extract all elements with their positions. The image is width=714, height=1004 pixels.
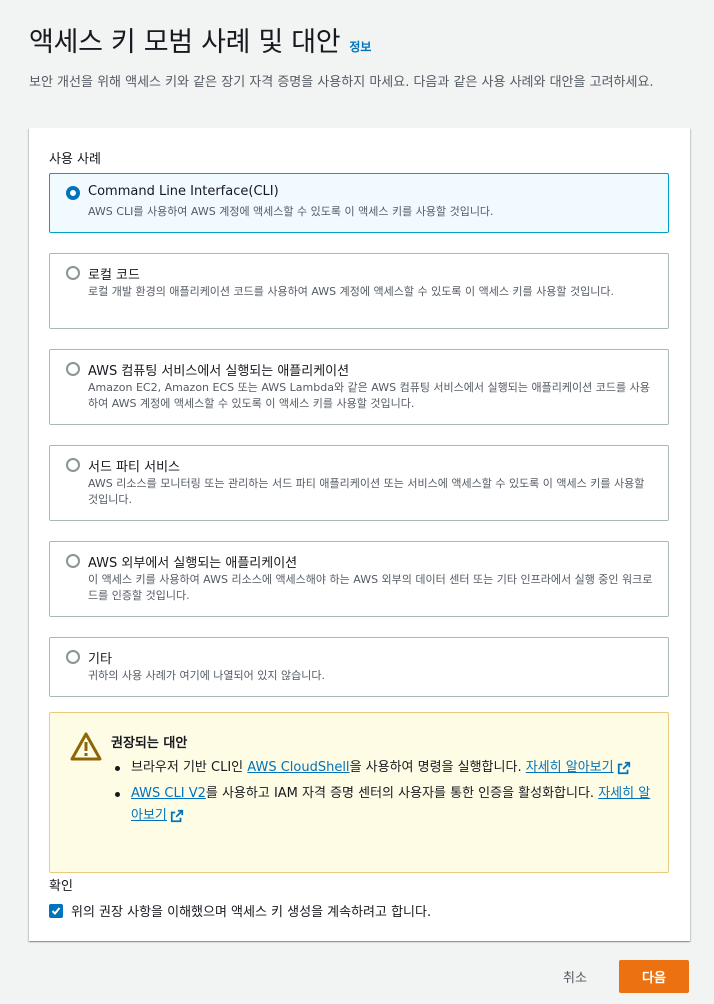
next-button[interactable]: 다음 [619, 960, 689, 993]
alert-title: 권장되는 대안 [111, 736, 188, 751]
option-title: 기타 [88, 652, 112, 667]
option-title: 로컬 코드 [88, 268, 140, 283]
learn-more-link[interactable]: 자세히 알아보기 [526, 760, 614, 775]
confirmation-label: 확인 [49, 879, 73, 894]
radio-button[interactable] [66, 266, 80, 280]
option-description: AWS CLI를 사용하여 AWS 계정에 액세스할 수 있도록 이 액세스 키… [88, 205, 494, 218]
radio-button[interactable] [66, 554, 80, 568]
alert-text: 을 사용하여 명령을 실행합니다. [349, 760, 526, 775]
alert-text: 를 사용하고 IAM 자격 증명 센터의 사용자를 통한 인증을 활성화합니다. [205, 786, 599, 801]
confirmation-checkbox-row[interactable]: 위의 권장 사항을 이해했으며 액세스 키 생성을 계속하려고 합니다. [49, 901, 431, 920]
title-row: 액세스 키 모범 사례 및 대안 정보 [29, 20, 699, 59]
alert-item-cli-v2: AWS CLI V2를 사용하고 IAM 자격 증명 센터의 사용자를 통한 인… [111, 783, 651, 827]
option-title: AWS 외부에서 실행되는 애플리케이션 [88, 556, 298, 571]
use-case-option-third-party[interactable]: 서드 파티 서비스 AWS 리소스를 모니터링 또는 관리하는 서드 파티 애플… [49, 445, 669, 521]
radio-button[interactable] [66, 186, 80, 200]
use-case-label: 사용 사례 [49, 152, 101, 167]
use-case-option-outside-aws[interactable]: AWS 외부에서 실행되는 애플리케이션 이 액세스 키를 사용하여 AWS 리… [49, 541, 669, 617]
aws-cli-v2-link[interactable]: AWS CLI V2 [131, 786, 206, 801]
use-case-option-aws-compute[interactable]: AWS 컴퓨팅 서비스에서 실행되는 애플리케이션 Amazon EC2, Am… [49, 349, 669, 425]
cancel-button[interactable]: 취소 [548, 960, 602, 992]
use-case-option-local-code[interactable]: 로컬 코드 로컬 개발 환경의 애플리케이션 코드를 사용하여 AWS 계정에 … [49, 253, 669, 329]
page-header: 액세스 키 모범 사례 및 대안 정보 보안 개선을 위해 액세스 키와 같은 … [29, 20, 699, 94]
alert-item-cloudshell: 브라우저 기반 CLI인 AWS CloudShell을 사용하여 명령을 실행… [111, 757, 651, 779]
option-title: AWS 컴퓨팅 서비스에서 실행되는 애플리케이션 [88, 364, 350, 379]
info-link[interactable]: 정보 [349, 38, 371, 55]
option-description: 로컬 개발 환경의 애플리케이션 코드를 사용하여 AWS 계정에 액세스할 수… [88, 285, 615, 298]
page-description: 보안 개선을 위해 액세스 키와 같은 장기 자격 증명을 사용하지 마세요. … [29, 75, 654, 90]
checkmark-icon [51, 906, 61, 915]
option-title: Command Line Interface(CLI) [88, 184, 279, 199]
external-link-icon[interactable] [617, 761, 631, 775]
option-title: 서드 파티 서비스 [88, 460, 180, 475]
use-case-option-cli[interactable]: Command Line Interface(CLI) AWS CLI를 사용하… [49, 173, 669, 233]
alert-list: 브라우저 기반 CLI인 AWS CloudShell을 사용하여 명령을 실행… [111, 757, 651, 831]
use-case-option-other[interactable]: 기타 귀하의 사용 사례가 여기에 나열되어 있지 않습니다. [49, 637, 669, 697]
option-description: 이 액세스 키를 사용하여 AWS 리소스에 액세스해야 하는 AWS 외부의 … [88, 573, 653, 602]
radio-button[interactable] [66, 362, 80, 376]
option-description: AWS 리소스를 모니터링 또는 관리하는 서드 파티 애플리케이션 또는 서비… [88, 477, 645, 506]
cloudshell-link[interactable]: AWS CloudShell [247, 760, 349, 775]
radio-button[interactable] [66, 650, 80, 664]
confirmation-checkbox[interactable] [49, 903, 63, 918]
alert-text: 브라우저 기반 CLI인 [131, 760, 248, 775]
radio-button[interactable] [66, 458, 80, 472]
warning-icon [70, 732, 102, 761]
confirmation-text: 위의 권장 사항을 이해했으며 액세스 키 생성을 계속하려고 합니다. [71, 905, 432, 920]
external-link-icon[interactable] [170, 809, 184, 823]
use-case-container: 사용 사례 Command Line Interface(CLI) AWS CL… [29, 128, 690, 941]
recommended-alternatives-alert: 권장되는 대안 브라우저 기반 CLI인 AWS CloudShell을 사용하… [49, 712, 669, 873]
option-description: 귀하의 사용 사례가 여기에 나열되어 있지 않습니다. [88, 669, 325, 682]
option-description: Amazon EC2, Amazon ECS 또는 AWS Lambda와 같은… [88, 381, 650, 410]
page-title: 액세스 키 모범 사례 및 대안 [29, 27, 341, 58]
